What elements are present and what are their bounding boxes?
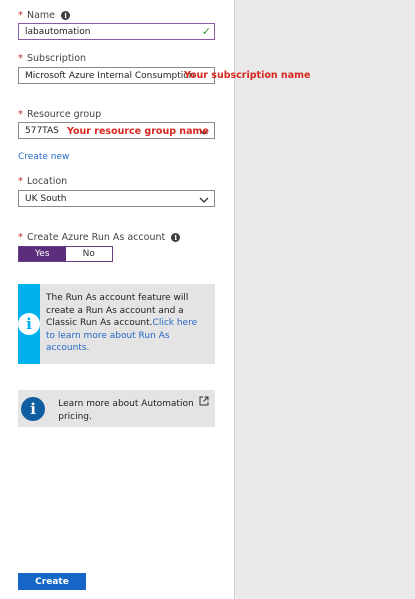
run-as-label-text: Create Azure Run As account <box>27 232 166 243</box>
info-bar: i <box>18 390 49 427</box>
run-as-info-box: i The Run As account feature will create… <box>18 284 215 364</box>
info-icon: i <box>18 313 40 335</box>
create-automation-blade: * Name i labautomation ✓ * Subscription … <box>0 0 234 599</box>
location-label: * Location <box>18 176 67 187</box>
name-label-text: Name <box>27 10 56 21</box>
run-as-no-option[interactable]: No <box>65 247 112 261</box>
info-icon[interactable]: i <box>171 233 181 242</box>
create-button[interactable]: Create <box>18 573 86 590</box>
location-value: UK South <box>25 193 67 204</box>
subscription-annotation: Your subscription name <box>184 70 311 81</box>
run-as-toggle[interactable]: Yes No <box>18 246 113 262</box>
resource-group-value: 577TAS <box>25 125 59 136</box>
name-label: * Name i <box>18 10 71 21</box>
pricing-info-box: i Learn more about Automation pricing. <box>18 390 215 427</box>
name-input-value: labautomation <box>25 26 91 37</box>
right-pane <box>235 0 415 599</box>
required-marker: * <box>18 176 23 187</box>
name-input[interactable]: labautomation ✓ <box>18 23 215 40</box>
required-marker: * <box>18 53 23 64</box>
create-new-link[interactable]: Create new <box>18 152 69 162</box>
required-marker: * <box>18 232 23 243</box>
subscription-value: Microsoft Azure Internal Consumption <box>25 70 195 81</box>
info-bar: i <box>18 284 40 364</box>
run-as-yes-option[interactable]: Yes <box>19 247 66 261</box>
pricing-info-text[interactable]: Learn more about Automation pricing. <box>48 390 215 427</box>
location-dropdown[interactable]: UK South <box>18 190 215 207</box>
chevron-down-icon <box>199 197 209 203</box>
subscription-label: * Subscription <box>18 53 86 64</box>
resource-group-label-text: Resource group <box>27 109 102 120</box>
resource-group-annotation: Your resource group name <box>67 126 209 137</box>
info-icon[interactable]: i <box>61 11 71 20</box>
resource-group-label: * Resource group <box>18 109 101 120</box>
required-marker: * <box>18 10 23 21</box>
external-link-icon[interactable] <box>199 396 209 406</box>
subscription-label-text: Subscription <box>27 53 87 64</box>
location-label-text: Location <box>27 176 68 187</box>
run-as-label: * Create Azure Run As account i <box>18 232 181 243</box>
info-icon: i <box>21 396 46 421</box>
required-marker: * <box>18 109 23 120</box>
checkmark-icon: ✓ <box>201 25 211 38</box>
run-as-info-text: The Run As account feature will create a… <box>40 284 215 364</box>
